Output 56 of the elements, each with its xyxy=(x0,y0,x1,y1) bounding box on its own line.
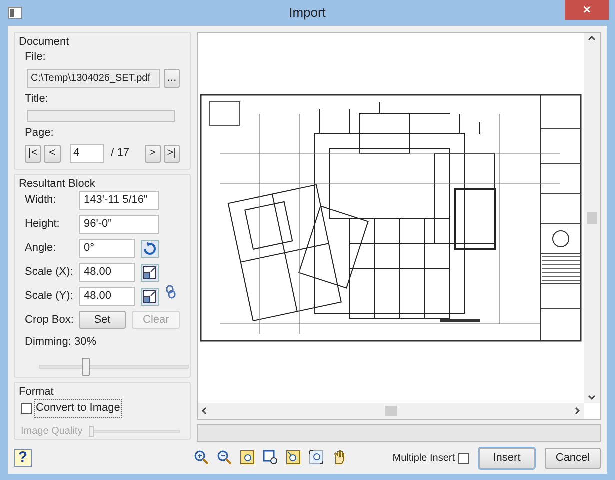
cancel-button[interactable]: Cancel xyxy=(545,448,601,468)
slider-thumb[interactable] xyxy=(82,358,90,376)
horizontal-scrollbar[interactable] xyxy=(198,403,584,419)
scrollbar-thumb[interactable] xyxy=(385,406,397,416)
file-field[interactable]: C:\Temp\1304026_SET.pdf xyxy=(27,68,160,88)
vertical-scrollbar[interactable] xyxy=(584,33,600,403)
page-field[interactable]: 4 xyxy=(70,144,104,163)
browse-button[interactable]: ... xyxy=(164,68,180,88)
link-icon[interactable] xyxy=(166,285,176,299)
title-field[interactable] xyxy=(27,110,175,122)
previous-page-button[interactable]: < xyxy=(44,144,60,162)
field-label: File: xyxy=(25,50,47,65)
insert-button[interactable]: Insert xyxy=(479,448,535,468)
value-field[interactable]: 48.00 xyxy=(79,263,135,282)
last-page-button[interactable]: >| xyxy=(164,144,180,162)
value-field[interactable]: 96'-0" xyxy=(79,215,159,234)
app-icon xyxy=(8,7,22,19)
zoom-page-icon[interactable] xyxy=(262,449,280,467)
field-label: Crop Box: xyxy=(25,312,75,328)
group-heading: Format xyxy=(19,385,54,400)
field-label: Height: xyxy=(25,217,61,232)
quality-label: Image Quality xyxy=(21,424,83,438)
rotate-icon[interactable] xyxy=(141,240,159,258)
dimming-label: Dimming: 30% xyxy=(25,335,98,350)
window-title: Import xyxy=(289,4,326,22)
zoom-extents-icon[interactable] xyxy=(308,449,326,467)
help-button[interactable]: ? xyxy=(14,449,32,467)
scale-icon[interactable] xyxy=(141,264,159,282)
field-label: Width: xyxy=(25,193,58,208)
first-page-button[interactable]: |< xyxy=(25,144,42,162)
page-total: / 17 xyxy=(111,146,130,162)
multiple-insert-checkbox[interactable]: Multiple Insert xyxy=(392,450,469,466)
field-label: Angle: xyxy=(25,241,58,256)
scroll-right-icon[interactable] xyxy=(575,407,581,415)
scroll-up-icon[interactable] xyxy=(588,35,596,41)
group-heading: Document xyxy=(19,35,70,50)
close-button[interactable]: × xyxy=(565,0,609,20)
group-heading: Resultant Block xyxy=(19,177,96,192)
scale-icon[interactable] xyxy=(141,288,159,306)
quality-slider-track[interactable] xyxy=(88,426,180,436)
set-button[interactable]: Set xyxy=(78,311,126,329)
value-field[interactable]: 0° xyxy=(79,239,135,258)
field-label: Scale (Y): xyxy=(25,289,74,304)
zoom-in-icon[interactable] xyxy=(193,449,211,467)
value-field[interactable]: 48.00 xyxy=(79,287,135,306)
next-page-button[interactable]: > xyxy=(144,144,161,162)
zoom-window-icon[interactable] xyxy=(239,449,257,467)
field-label: Page: xyxy=(25,126,55,140)
scrollbar-thumb[interactable] xyxy=(587,212,597,224)
zoom-out-icon[interactable] xyxy=(216,449,234,467)
field-label: Scale (X): xyxy=(25,265,74,280)
scroll-left-icon[interactable] xyxy=(201,407,207,415)
field-label: Title: xyxy=(25,92,50,106)
value-field[interactable]: 143'-11 5/16" xyxy=(79,191,159,210)
zoom-fit-icon[interactable] xyxy=(285,449,303,467)
scroll-down-icon[interactable] xyxy=(588,395,596,401)
